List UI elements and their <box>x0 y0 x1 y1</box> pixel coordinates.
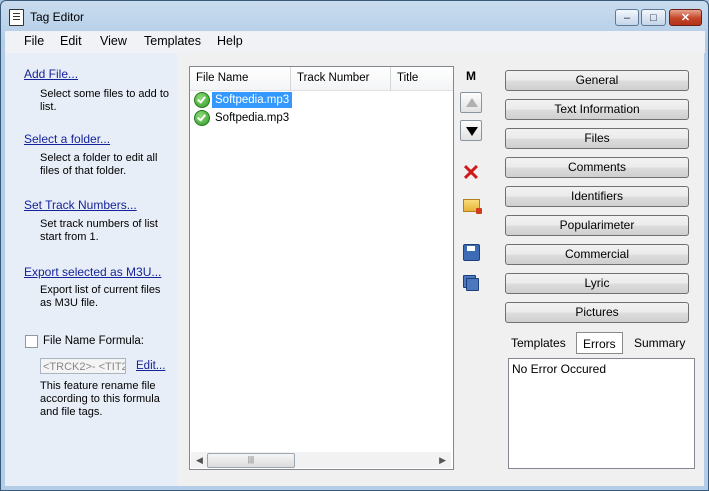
file-name-formula-input[interactable]: <TRCK2>- <TIT2 <box>40 358 126 374</box>
file-row[interactable]: Softpedia.mp3 <box>194 110 452 126</box>
tasks-pane: Add File... Select some files to add to … <box>5 53 177 486</box>
column-track-number[interactable]: Track Number <box>291 67 391 91</box>
column-file-name[interactable]: File Name <box>190 67 291 91</box>
files-button[interactable]: Files <box>505 128 689 149</box>
floppy-disk-icon <box>463 244 480 261</box>
menu-bar: File Edit View Templates Help <box>5 31 705 53</box>
tab-templates[interactable]: Templates <box>511 332 566 354</box>
horizontal-scrollbar[interactable]: ◀ ||| ▶ <box>191 452 451 468</box>
main-pane: File Name Track Number Title Softpedia.m… <box>177 53 704 486</box>
file-name: Softpedia.mp3 <box>215 112 290 124</box>
general-button[interactable]: General <box>505 70 689 91</box>
remove-file-button[interactable]: ✕ <box>460 160 482 185</box>
select-folder-description: Select a folder to edit all files of tha… <box>40 152 158 177</box>
maximize-button[interactable]: □ <box>641 9 666 26</box>
check-icon <box>194 92 210 108</box>
save-all-button[interactable] <box>460 272 482 293</box>
tag-editor-window: Tag Editor ‒ □ ✕ File Edit View Template… <box>0 0 709 491</box>
triangle-down-icon <box>466 127 478 136</box>
formula-description: This feature rename file according to th… <box>40 380 160 418</box>
scroll-right-arrow-icon[interactable]: ▶ <box>439 455 446 466</box>
file-list[interactable]: File Name Track Number Title Softpedia.m… <box>189 66 454 470</box>
errors-panel: No Error Occured <box>508 358 695 469</box>
triangle-up-icon <box>466 98 478 107</box>
select-folder-link[interactable]: Select a folder... <box>24 132 110 146</box>
identifiers-button[interactable]: Identifiers <box>505 186 689 207</box>
folder-icon <box>463 199 482 214</box>
file-row[interactable]: Softpedia.mp3 <box>194 92 452 108</box>
save-button[interactable] <box>460 241 482 262</box>
export-m3u-link[interactable]: Export selected as M3U... <box>24 265 161 279</box>
minimize-button[interactable]: ‒ <box>615 9 639 26</box>
title-bar[interactable]: Tag Editor ‒ □ ✕ <box>1 1 708 31</box>
menu-templates[interactable]: Templates <box>144 34 201 48</box>
lyric-button[interactable]: Lyric <box>505 273 689 294</box>
tab-errors[interactable]: Errors <box>576 332 623 354</box>
menu-edit[interactable]: Edit <box>60 34 82 48</box>
set-track-numbers-description: Set track numbers of list start from 1. <box>40 218 158 243</box>
tab-summary[interactable]: Summary <box>634 332 685 354</box>
scroll-left-arrow-icon[interactable]: ◀ <box>196 455 203 466</box>
formula-edit-link[interactable]: Edit... <box>136 360 165 372</box>
set-track-numbers-link[interactable]: Set Track Numbers... <box>24 198 137 212</box>
window-title: Tag Editor <box>30 10 85 24</box>
add-folder-button[interactable] <box>460 194 482 215</box>
red-x-icon: ✕ <box>461 160 481 185</box>
scrollbar-thumb[interactable]: ||| <box>207 453 295 468</box>
check-icon <box>194 110 210 126</box>
move-down-button[interactable] <box>460 120 482 141</box>
move-up-button[interactable] <box>460 92 482 113</box>
add-file-description: Select some files to add to list. <box>40 88 170 113</box>
multi-disk-icon <box>463 275 479 291</box>
error-message: No Error Occured <box>512 362 607 376</box>
app-document-icon <box>9 9 24 26</box>
multi-edit-label: M <box>466 69 476 83</box>
comments-button[interactable]: Comments <box>505 157 689 178</box>
menu-help[interactable]: Help <box>217 34 243 48</box>
client-area: Add File... Select some files to add to … <box>5 53 704 486</box>
text-information-button[interactable]: Text Information <box>505 99 689 120</box>
file-name: Softpedia.mp3 <box>212 92 293 108</box>
popularimeter-button[interactable]: Popularimeter <box>505 215 689 236</box>
pictures-button[interactable]: Pictures <box>505 302 689 323</box>
column-title[interactable]: Title <box>391 67 453 91</box>
file-name-formula-checkbox[interactable] <box>25 335 38 348</box>
export-m3u-description: Export list of current files as M3U file… <box>40 284 161 309</box>
file-name-formula-label: File Name Formula: <box>43 335 144 347</box>
menu-view[interactable]: View <box>100 34 127 48</box>
close-button[interactable]: ✕ <box>669 9 702 26</box>
commercial-button[interactable]: Commercial <box>505 244 689 265</box>
menu-file[interactable]: File <box>24 34 44 48</box>
add-file-link[interactable]: Add File... <box>24 67 78 81</box>
